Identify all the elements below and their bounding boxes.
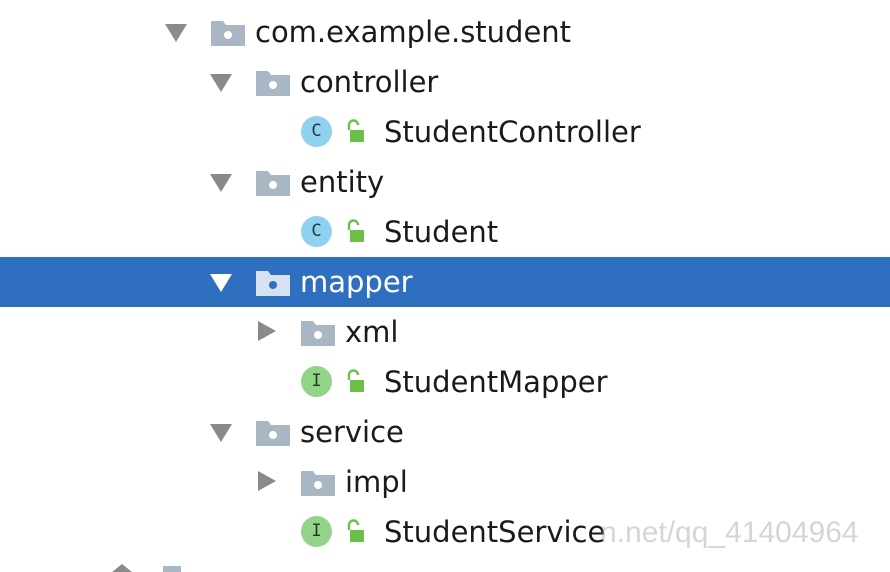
tree-node-label: StudentMapper [384,365,608,399]
package-folder-icon [256,271,290,296]
badge-letter: C [311,221,322,241]
tree-node-studentservice[interactable]: I StudentService [0,507,890,557]
public-access-lock-icon [347,119,364,142]
tree-node-label: xml [345,315,399,349]
tree-node-label: StudentController [384,115,641,149]
tree-node-label: StudentService [384,515,606,549]
interface-icon: I [301,516,332,547]
badge-letter: I [311,521,322,541]
tree-node-entity[interactable]: entity [0,157,890,207]
expand-arrow-down-icon[interactable] [210,174,232,192]
tree-node-service[interactable]: service [0,407,890,457]
public-access-lock-icon [347,369,364,392]
tree-node-com-example-student[interactable]: com.example.student [0,7,890,57]
public-access-lock-icon [347,219,364,242]
interface-icon: I [301,366,332,397]
tree-node-label: entity [300,165,385,199]
tree-node-label: mapper [300,265,413,299]
tree-node-label: com.example.student [255,15,572,49]
tree-node-label: Student [384,215,499,249]
tree-node-controller[interactable]: controller [0,57,890,107]
folder-partial-icon [163,566,181,572]
tree-node-impl[interactable]: impl [0,457,890,507]
expand-arrow-down-icon[interactable] [210,74,232,92]
tree-node-mapper[interactable]: mapper [0,257,890,307]
package-folder-icon [256,71,290,96]
class-icon: C [301,216,332,247]
tree-node-studentmapper[interactable]: I StudentMapper [0,357,890,407]
expand-arrow-down-icon[interactable] [165,24,187,42]
expand-arrow-down-icon[interactable] [210,274,232,292]
public-access-lock-icon [347,519,364,542]
package-folder-icon [211,21,245,46]
badge-letter: C [311,121,322,141]
tree-node-studentcontroller[interactable]: C StudentController [0,107,890,157]
package-folder-icon [301,471,335,496]
badge-letter: I [311,371,322,391]
package-folder-icon [256,171,290,196]
expand-arrow-down-icon[interactable] [210,424,232,442]
tree-node-label: controller [300,65,439,99]
tree-node-label: service [300,415,404,449]
arrow-partial-icon [112,564,132,572]
tree-node-xml[interactable]: xml [0,307,890,357]
tree-node-student[interactable]: C Student [0,207,890,257]
package-folder-icon [256,421,290,446]
collapse-arrow-right-icon[interactable] [258,321,276,341]
class-icon: C [301,116,332,147]
tree-node-label: impl [345,465,408,499]
next-row-partial [112,564,181,572]
package-folder-icon [301,321,335,346]
project-tree: com.example.student controller C StudentCon… [0,0,890,572]
collapse-arrow-right-icon[interactable] [258,471,276,491]
